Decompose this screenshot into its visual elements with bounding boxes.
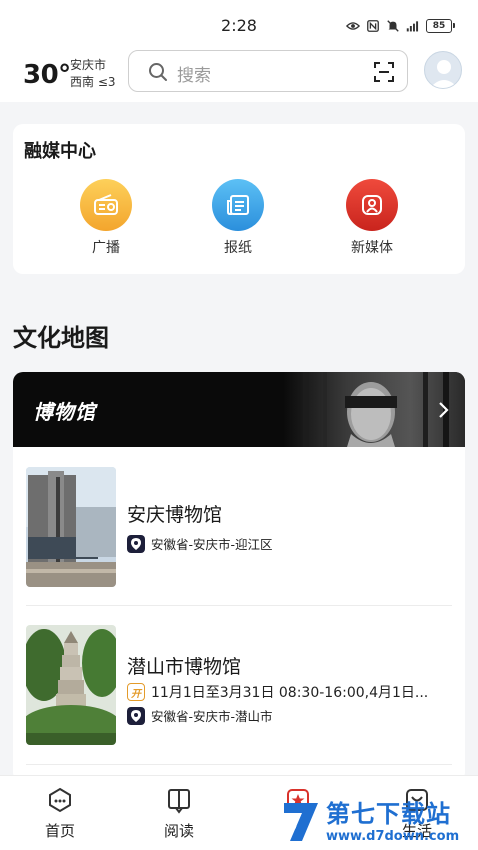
battery-icon: 85 bbox=[426, 19, 455, 33]
avatar[interactable] bbox=[424, 51, 462, 89]
nav-label: 阅读 bbox=[163, 822, 194, 840]
watermark-logo-icon bbox=[284, 803, 318, 841]
search-icon bbox=[149, 63, 167, 81]
media-item-new-media[interactable]: 新媒体 bbox=[327, 179, 417, 257]
search-input[interactable]: 搜索 bbox=[128, 50, 408, 92]
museum-name: 潜山市博物馆 bbox=[127, 656, 242, 678]
status-icons: 85 bbox=[346, 17, 455, 35]
museum-name: 安庆博物馆 bbox=[127, 504, 223, 526]
media-item-label: 新媒体 bbox=[351, 240, 393, 256]
media-item-label: 报纸 bbox=[224, 240, 252, 256]
media-center-title: 融媒中心 bbox=[24, 141, 96, 162]
nfc-icon bbox=[367, 20, 379, 32]
culture-map-title: 文化地图 bbox=[13, 324, 109, 352]
home-icon bbox=[49, 787, 71, 813]
eye-icon bbox=[346, 22, 360, 30]
media-item-label: 广播 bbox=[92, 240, 120, 256]
watermark: 第七下载站 www.d7down.com bbox=[280, 796, 476, 848]
watermark-text: 第七下载站 www.d7down.com bbox=[326, 802, 459, 843]
media-item-radio[interactable]: 广播 bbox=[61, 179, 151, 257]
watermark-url: www.d7down.com bbox=[326, 828, 460, 844]
museum-banner[interactable]: 博物馆 bbox=[13, 372, 465, 447]
museum-photo bbox=[26, 625, 116, 745]
media-center-card: 融媒中心 广播 报纸 新媒体 bbox=[13, 124, 465, 274]
new-media-icon bbox=[346, 179, 398, 231]
museum-hours-text: 11月1日至3月31日 08:30-16:00,4月1日... bbox=[151, 685, 429, 701]
weather-city[interactable]: 安庆市 bbox=[70, 56, 106, 73]
museum-list-item[interactable]: 安庆博物馆 安徽省-安庆市-迎江区 bbox=[13, 452, 465, 602]
media-item-newspaper[interactable]: 报纸 bbox=[193, 179, 283, 257]
mute-bell-icon bbox=[387, 20, 399, 32]
museum-hours: 开 11月1日至3月31日 08:30-16:00,4月1日... bbox=[127, 682, 428, 702]
banner-title: 博物馆 bbox=[33, 400, 96, 424]
chevron-right-icon[interactable] bbox=[435, 400, 451, 420]
weather-temperature[interactable]: 30° bbox=[23, 60, 71, 90]
museum-list-item[interactable]: 潜山市博物馆 开 11月1日至3月31日 08:30-16:00,4月1日...… bbox=[13, 612, 465, 762]
museum-location-text: 安徽省-安庆市-迎江区 bbox=[151, 537, 273, 552]
watermark-main: 第七下载站 bbox=[326, 799, 451, 828]
museum-location: 安徽省-安庆市-迎江区 bbox=[127, 534, 273, 553]
signal-icon bbox=[406, 21, 419, 32]
radio-icon bbox=[80, 179, 132, 231]
museum-photo bbox=[26, 467, 116, 587]
newspaper-icon bbox=[212, 179, 264, 231]
divider bbox=[26, 605, 452, 606]
header: 30° 安庆市 西南 ≤3 搜索 bbox=[0, 50, 478, 102]
divider bbox=[26, 764, 452, 765]
location-pin-icon bbox=[127, 534, 145, 553]
nav-label: 首页 bbox=[44, 822, 75, 840]
status-bar: 2:28 85 bbox=[0, 0, 478, 50]
museum-card: 博物馆 安庆博物馆 安徽省-安庆市-迎江区 潜山市博物馆 开 11月1日至3月3… bbox=[13, 372, 465, 782]
museum-location: 安徽省-安庆市-潜山市 bbox=[127, 706, 273, 725]
nav-item-home[interactable]: 首页 bbox=[25, 786, 95, 841]
nav-item-read[interactable]: 阅读 bbox=[144, 786, 214, 841]
user-icon bbox=[430, 60, 458, 88]
hours-badge: 开 bbox=[127, 683, 145, 701]
book-icon bbox=[168, 789, 190, 814]
weather-wind[interactable]: 西南 ≤3 bbox=[70, 73, 116, 90]
museum-location-text: 安徽省-安庆市-潜山市 bbox=[151, 709, 273, 724]
scan-icon[interactable] bbox=[373, 61, 395, 83]
location-pin-icon bbox=[127, 706, 145, 725]
search-placeholder: 搜索 bbox=[177, 66, 211, 86]
